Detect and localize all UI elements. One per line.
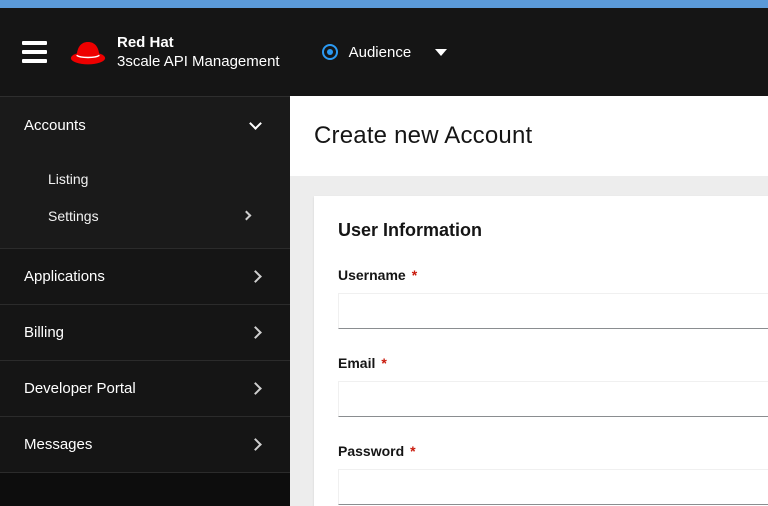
sidebar-item-label: Billing — [24, 324, 65, 341]
required-indicator: * — [381, 355, 387, 371]
chevron-right-icon — [249, 326, 262, 339]
password-field[interactable] — [338, 469, 768, 505]
content-area: User Information Username * Email * Pass… — [290, 176, 768, 506]
brand-title: Red Hat — [117, 33, 174, 51]
masthead: Red Hat 3scale API Management Audience — [0, 8, 768, 96]
chevron-down-icon — [249, 116, 262, 130]
chevron-right-icon — [249, 382, 262, 395]
username-field[interactable] — [338, 293, 768, 329]
redhat-logo-icon — [70, 42, 106, 65]
sidebar-group-accounts: Accounts Listing Settings — [0, 97, 290, 248]
audience-icon — [321, 44, 338, 60]
form-group-email: Email * — [338, 355, 768, 417]
required-indicator: * — [410, 443, 416, 459]
user-information-card: User Information Username * Email * Pass… — [314, 196, 768, 506]
brand-text: Red Hat 3scale API Management — [117, 34, 280, 71]
sidebar-item-billing[interactable]: Billing — [0, 304, 290, 360]
accounts-submenu: Listing Settings — [0, 153, 290, 248]
nav-toggle-button[interactable] — [22, 36, 47, 68]
chevron-right-icon — [249, 270, 262, 283]
form-group-password: Password * — [338, 443, 768, 505]
email-field[interactable] — [338, 381, 768, 417]
caret-down-icon — [435, 48, 448, 56]
sidebar-subitem-settings[interactable]: Settings — [0, 197, 290, 234]
window-top-strip — [0, 0, 768, 8]
sidebar-subitem-listing[interactable]: Listing — [0, 160, 290, 197]
sidebar-item-label: Developer Portal — [24, 380, 136, 397]
context-selector[interactable]: Audience — [321, 43, 448, 61]
email-label: Email * — [338, 355, 768, 371]
form-group-username: Username * — [338, 267, 768, 329]
sidebar: Accounts Listing Settings Applications B… — [0, 96, 290, 506]
username-label: Username * — [338, 267, 768, 283]
page-title: Create new Account — [314, 122, 533, 149]
sidebar-item-developer-portal[interactable]: Developer Portal — [0, 360, 290, 416]
section-title: User Information — [338, 220, 483, 240]
sidebar-item-label: Messages — [24, 436, 93, 453]
username-label-text: Username — [338, 267, 406, 283]
sidebar-item-accounts[interactable]: Accounts — [0, 97, 290, 153]
sidebar-subitem-label: Listing — [48, 170, 89, 187]
hamburger-icon — [22, 41, 47, 63]
sidebar-footer — [0, 472, 290, 506]
main-content: Create new Account User Information User… — [290, 96, 768, 506]
sidebar-item-applications[interactable]: Applications — [0, 248, 290, 304]
password-label-text: Password — [338, 443, 405, 459]
chevron-right-icon — [249, 438, 262, 451]
sidebar-item-label: Applications — [24, 268, 105, 285]
sidebar-item-label: Accounts — [24, 116, 86, 134]
email-label-text: Email — [338, 355, 376, 371]
context-selector-label: Audience — [348, 43, 412, 61]
password-label: Password * — [338, 443, 768, 459]
brand[interactable]: Red Hat 3scale API Management — [69, 34, 280, 71]
required-indicator: * — [411, 267, 418, 283]
page-header: Create new Account — [290, 96, 768, 176]
chevron-right-icon — [241, 210, 252, 221]
brand-subtitle: 3scale API Management — [117, 52, 280, 70]
sidebar-item-messages[interactable]: Messages — [0, 416, 290, 472]
sidebar-subitem-label: Settings — [48, 207, 99, 224]
